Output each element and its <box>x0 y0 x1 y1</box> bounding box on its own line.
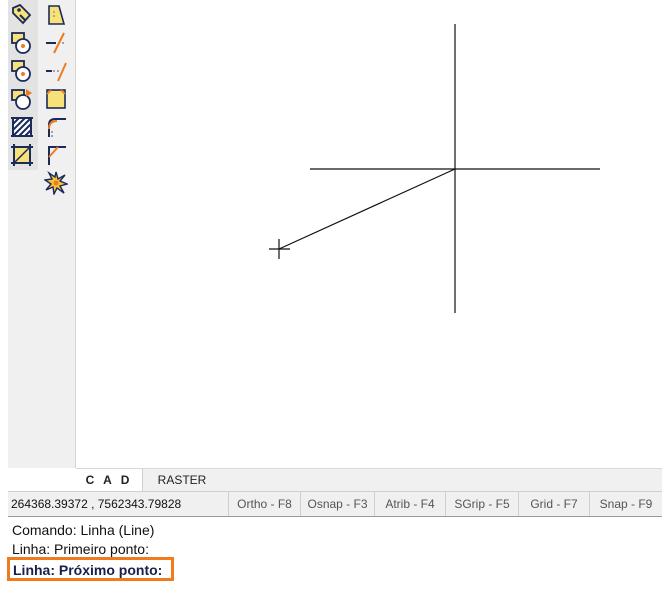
paper-icon[interactable] <box>43 86 69 112</box>
circle-with-square-2-icon[interactable] <box>9 58 35 84</box>
command-console[interactable]: Comando: Linha (Line) Linha: Primeiro po… <box>7 517 662 592</box>
console-line: Comando: Linha (Line) <box>12 522 155 538</box>
explode-icon[interactable] <box>43 170 69 196</box>
grid-toggle[interactable]: Grid - F7 <box>518 492 589 516</box>
trim-icon[interactable] <box>43 30 69 56</box>
crosshair-cursor <box>269 239 290 259</box>
rotate-icon[interactable] <box>9 86 35 112</box>
trapezoid-icon[interactable] <box>43 2 69 28</box>
ortho-toggle[interactable]: Ortho - F8 <box>228 492 300 516</box>
rubber-band-line <box>278 168 456 250</box>
crop-icon[interactable] <box>9 142 35 168</box>
chamfer-icon[interactable] <box>43 142 69 168</box>
hatch-icon[interactable] <box>9 114 35 140</box>
circle-with-square-icon[interactable] <box>9 30 35 56</box>
fillet-icon[interactable] <box>43 114 69 140</box>
active-prompt-highlight: Linha: Próximo ponto: <box>7 557 174 581</box>
tag-icon[interactable] <box>9 2 35 28</box>
drawing-toolbar <box>8 0 76 468</box>
sgrip-toggle[interactable]: SGrip - F5 <box>445 492 518 516</box>
drawing-canvas[interactable] <box>76 0 662 468</box>
atrib-toggle[interactable]: Atrib - F4 <box>374 492 445 516</box>
left-margin <box>0 0 8 490</box>
osnap-toggle[interactable]: Osnap - F3 <box>300 492 374 516</box>
tab-raster[interactable]: RASTER <box>144 469 220 491</box>
active-prompt: Linha: Próximo ponto: <box>13 562 163 578</box>
workspace-tabs: C A D RASTER <box>76 468 662 491</box>
extend-icon[interactable] <box>43 58 69 84</box>
console-line: Linha: Primeiro ponto: <box>12 541 149 557</box>
coordinate-readout: 264368.39372 , 7562343.79828 <box>11 497 182 511</box>
snap-toggle[interactable]: Snap - F9 <box>589 492 662 516</box>
tab-cad[interactable]: C A D <box>76 469 143 491</box>
status-bar: 264368.39372 , 7562343.79828 Ortho - F8 … <box>8 491 662 518</box>
